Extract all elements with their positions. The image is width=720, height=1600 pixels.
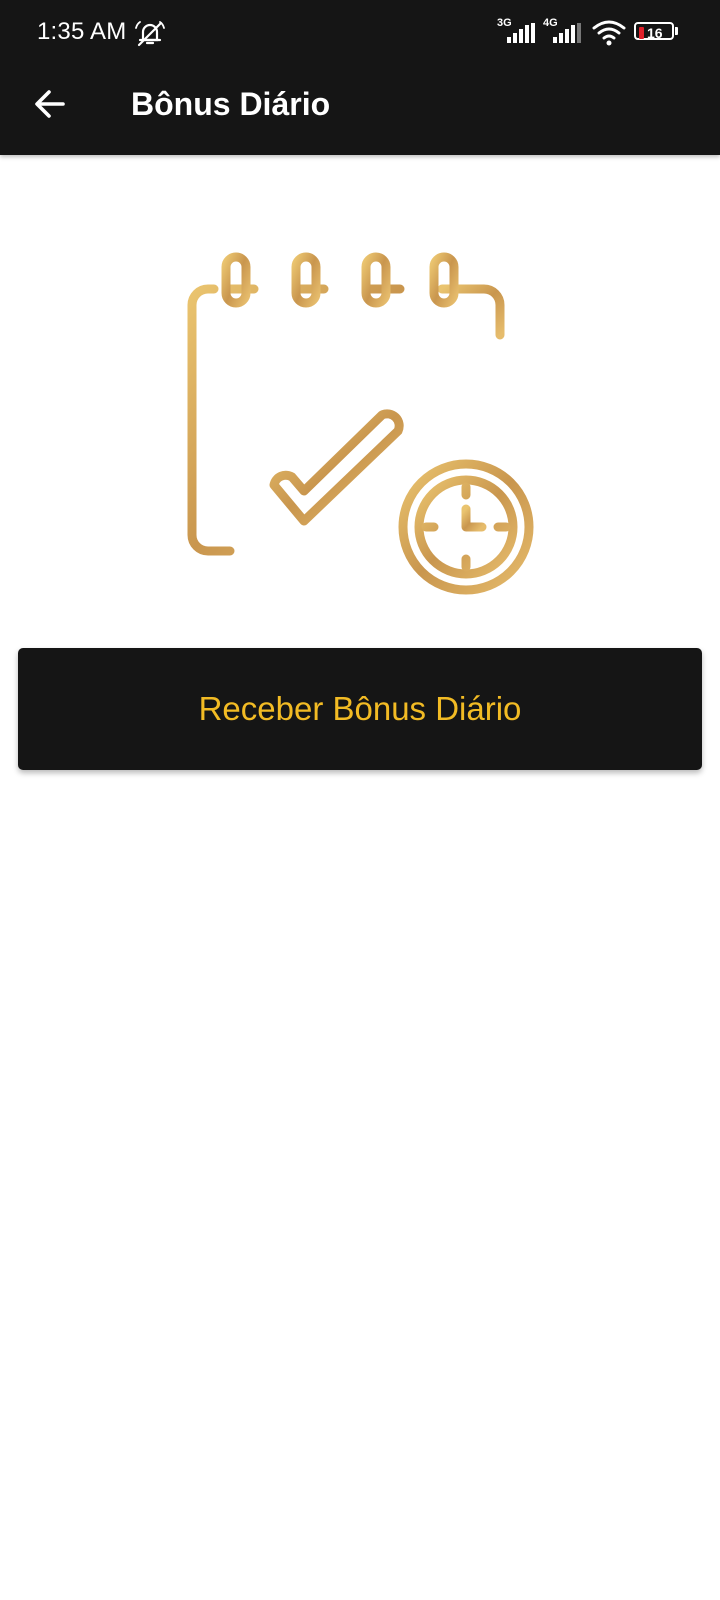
mute-notification-icon [135, 21, 165, 47]
receive-daily-bonus-button[interactable]: Receber Bônus Diário [18, 648, 702, 770]
battery-level: 16 [647, 25, 663, 41]
signal-icon [507, 23, 535, 43]
signal-3g: 3G [497, 17, 539, 45]
calendar-check-clock-icon [187, 252, 534, 595]
battery-fill [639, 27, 644, 39]
status-time: 1:35 AM [37, 18, 127, 45]
battery-icon: 16 [634, 22, 680, 44]
battery-cap [675, 27, 678, 35]
page-title: Bônus Diário [131, 86, 331, 122]
back-button[interactable] [30, 84, 70, 124]
status-bar: 1:35 AM 3G 4G 16 [0, 0, 720, 66]
battery-body: 16 [634, 22, 674, 41]
arrow-left-icon [35, 90, 65, 118]
app-bar: 1:35 AM 3G 4G 16 Bônus Diário [0, 0, 720, 155]
signal-4g: 4G [543, 17, 585, 45]
signal-icon [553, 23, 581, 43]
wifi-icon [592, 20, 626, 46]
